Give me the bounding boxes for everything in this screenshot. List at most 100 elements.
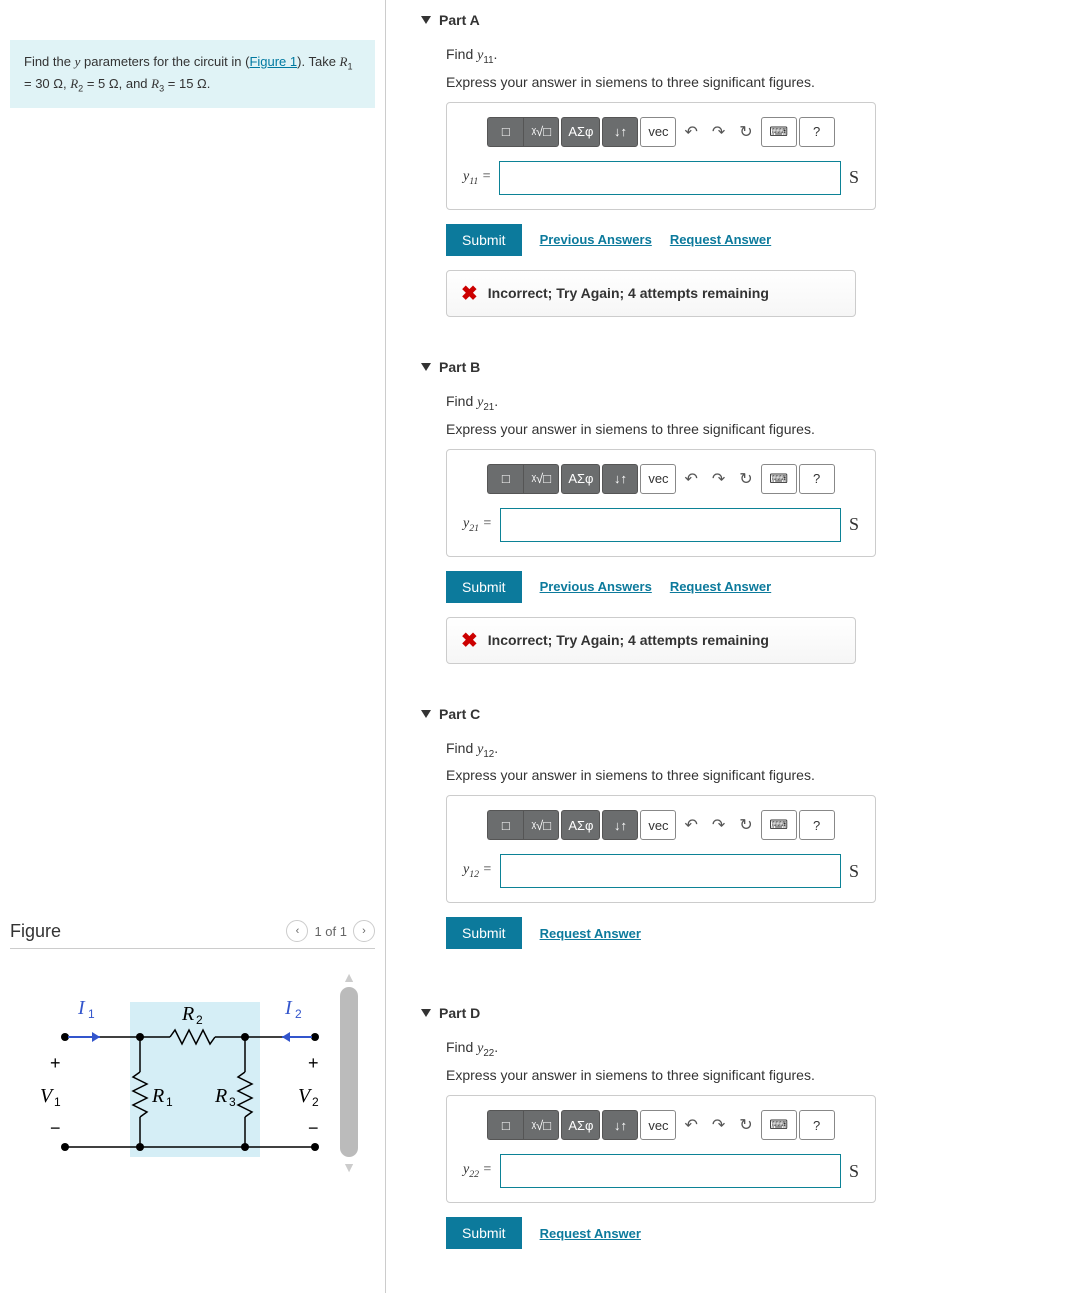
svg-text:3: 3 — [229, 1095, 236, 1109]
svg-text:1: 1 — [166, 1095, 173, 1109]
help-button[interactable]: ? — [799, 464, 835, 494]
answer-box-d: □ ᵡ√□ ΑΣφ ↓↑ vec ↶ ↷ ↻ ⌨ ? y22 = — [446, 1095, 876, 1203]
help-button[interactable]: ? — [799, 810, 835, 840]
arrows-button[interactable]: ↓↑ — [602, 1110, 638, 1140]
vec-button[interactable]: vec — [640, 810, 676, 840]
keyboard-button[interactable]: ⌨ — [761, 810, 797, 840]
figure-scrollbar[interactable]: ▲ ▼ — [340, 969, 358, 1175]
help-button[interactable]: ? — [799, 117, 835, 147]
part-b-title: Part B — [439, 359, 480, 375]
scroll-up-icon[interactable]: ▲ — [342, 969, 356, 985]
part-a: Part A Find y11. Express your answer in … — [396, 0, 1092, 347]
template-button[interactable]: □ — [487, 464, 523, 494]
svg-text:2: 2 — [295, 1007, 302, 1021]
vec-button[interactable]: vec — [640, 464, 676, 494]
figure-counter: 1 of 1 — [314, 924, 347, 939]
answer-input-a[interactable] — [499, 161, 841, 195]
reset-button[interactable]: ↻ — [733, 1110, 758, 1140]
part-c-header[interactable]: Part C — [421, 696, 1092, 732]
part-a-title: Part A — [439, 12, 480, 28]
part-a-instr: Express your answer in siemens to three … — [446, 74, 1092, 90]
redo-button[interactable]: ↷ — [706, 464, 731, 494]
figure-title: Figure — [10, 921, 61, 942]
answer-input-d[interactable] — [500, 1154, 841, 1188]
svg-text:R: R — [151, 1085, 164, 1107]
unit-label: S — [849, 861, 859, 882]
keyboard-button[interactable]: ⌨ — [761, 1110, 797, 1140]
part-d-header[interactable]: Part D — [421, 995, 1092, 1031]
greek-button[interactable]: ΑΣφ — [561, 810, 600, 840]
redo-button[interactable]: ↷ — [706, 810, 731, 840]
help-button[interactable]: ? — [799, 1110, 835, 1140]
greek-button[interactable]: ΑΣφ — [561, 464, 600, 494]
undo-button[interactable]: ↶ — [678, 1110, 703, 1140]
greek-button[interactable]: ΑΣφ — [561, 117, 600, 147]
answer-input-c[interactable] — [500, 854, 841, 888]
request-answer-link-a[interactable]: Request Answer — [670, 232, 771, 247]
svg-text:+: + — [50, 1053, 61, 1073]
part-a-header[interactable]: Part A — [421, 2, 1092, 38]
undo-button[interactable]: ↶ — [678, 810, 703, 840]
submit-button-a[interactable]: Submit — [446, 224, 522, 256]
template-button[interactable]: □ — [487, 1110, 523, 1140]
scroll-track[interactable] — [340, 987, 358, 1157]
greek-button[interactable]: ΑΣφ — [561, 1110, 600, 1140]
answer-input-b[interactable] — [500, 508, 841, 542]
vec-button[interactable]: vec — [640, 1110, 676, 1140]
svg-text:V: V — [298, 1085, 313, 1107]
sqrt-button[interactable]: ᵡ√□ — [523, 464, 559, 494]
reset-button[interactable]: ↻ — [733, 117, 758, 147]
request-answer-link-d[interactable]: Request Answer — [540, 1226, 641, 1241]
arrows-button[interactable]: ↓↑ — [602, 464, 638, 494]
circuit-figure: I1 I2 R2 R1 R3 + V1 − + V2 − — [10, 972, 330, 1172]
redo-button[interactable]: ↷ — [706, 117, 731, 147]
reset-button[interactable]: ↻ — [733, 464, 758, 494]
answer-box-a: □ ᵡ√□ ΑΣφ ↓↑ vec ↶ ↷ ↻ ⌨ ? y11 = — [446, 102, 876, 210]
svg-text:+: + — [308, 1053, 319, 1073]
feedback-text-a: Incorrect; Try Again; 4 attempts remaini… — [488, 285, 769, 301]
figure-link[interactable]: Figure 1 — [249, 54, 297, 69]
problem-prompt: Find the y parameters for the circuit in… — [10, 40, 375, 108]
request-answer-link-c[interactable]: Request Answer — [540, 926, 641, 941]
undo-button[interactable]: ↶ — [678, 117, 703, 147]
template-button[interactable]: □ — [487, 810, 523, 840]
part-b-find: Find y21. — [446, 393, 1092, 413]
sqrt-button[interactable]: ᵡ√□ — [523, 1110, 559, 1140]
figure-prev[interactable]: ‹ — [286, 920, 308, 942]
previous-answers-link-b[interactable]: Previous Answers — [540, 579, 652, 594]
svg-text:1: 1 — [88, 1007, 95, 1021]
x-icon: ✖ — [461, 281, 478, 306]
svg-text:I: I — [284, 997, 293, 1019]
submit-button-d[interactable]: Submit — [446, 1217, 522, 1249]
unit-label: S — [849, 1161, 859, 1182]
scroll-down-icon[interactable]: ▼ — [342, 1159, 356, 1175]
keyboard-button[interactable]: ⌨ — [761, 117, 797, 147]
reset-button[interactable]: ↻ — [733, 810, 758, 840]
submit-button-b[interactable]: Submit — [446, 571, 522, 603]
part-d-title: Part D — [439, 1005, 480, 1021]
submit-button-c[interactable]: Submit — [446, 917, 522, 949]
part-d-instr: Express your answer in siemens to three … — [446, 1067, 1092, 1083]
feedback-a: ✖ Incorrect; Try Again; 4 attempts remai… — [446, 270, 856, 317]
redo-button[interactable]: ↷ — [706, 1110, 731, 1140]
sqrt-button[interactable]: ᵡ√□ — [523, 117, 559, 147]
template-button[interactable]: □ — [487, 117, 523, 147]
keyboard-button[interactable]: ⌨ — [761, 464, 797, 494]
arrows-button[interactable]: ↓↑ — [602, 810, 638, 840]
svg-text:2: 2 — [196, 1013, 203, 1027]
previous-answers-link-a[interactable]: Previous Answers — [540, 232, 652, 247]
vec-button[interactable]: vec — [640, 117, 676, 147]
request-answer-link-b[interactable]: Request Answer — [670, 579, 771, 594]
chevron-down-icon — [421, 1009, 431, 1017]
sqrt-button[interactable]: ᵡ√□ — [523, 810, 559, 840]
unit-label: S — [849, 167, 859, 188]
part-b-header[interactable]: Part B — [421, 349, 1092, 385]
svg-text:I: I — [77, 997, 86, 1019]
figure-next[interactable]: › — [353, 920, 375, 942]
x-icon: ✖ — [461, 628, 478, 653]
svg-text:−: − — [308, 1118, 319, 1138]
answer-lhs-c: y12 = — [463, 862, 492, 880]
undo-button[interactable]: ↶ — [678, 464, 703, 494]
arrows-button[interactable]: ↓↑ — [602, 117, 638, 147]
svg-text:1: 1 — [54, 1095, 61, 1109]
